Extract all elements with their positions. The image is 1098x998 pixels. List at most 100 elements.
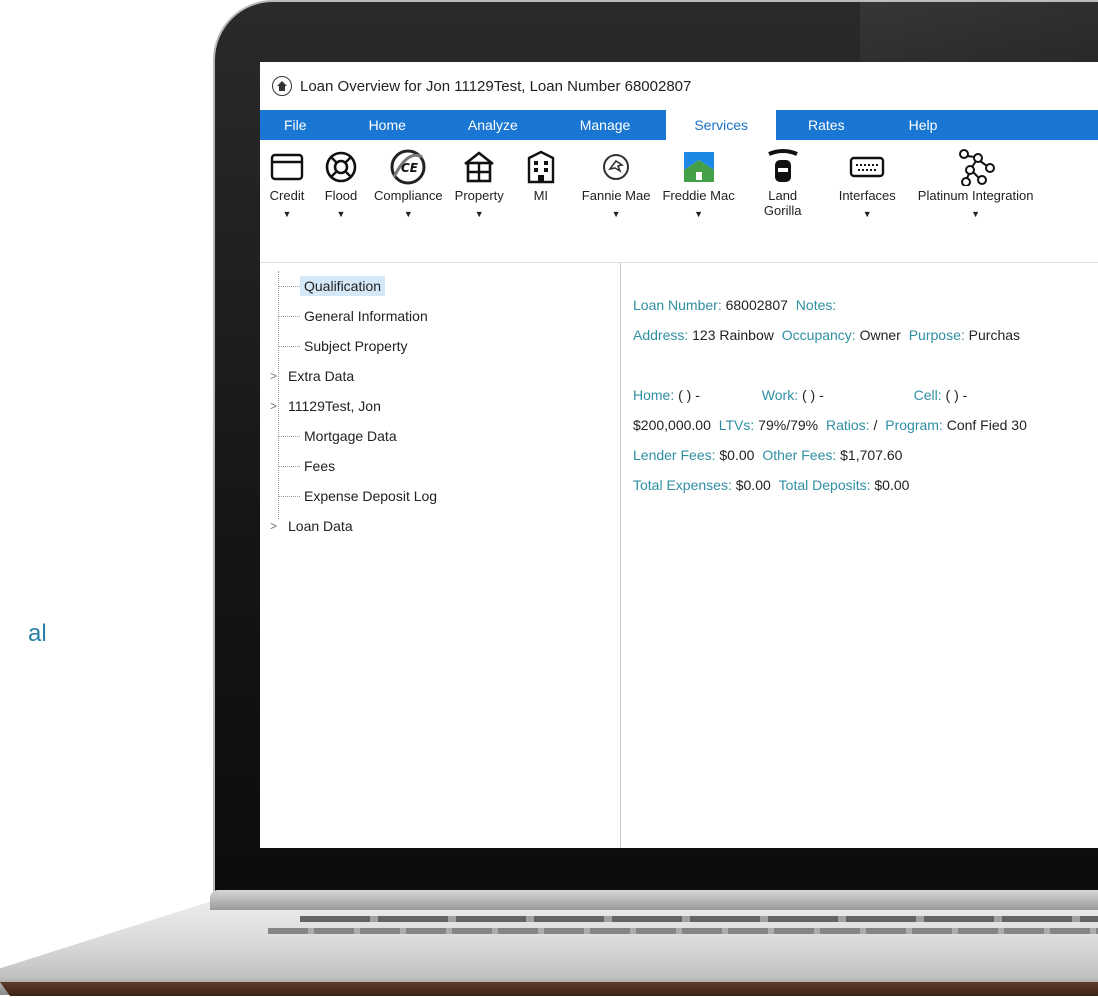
chevron-down-icon[interactable]: ▼ [475,209,484,219]
freddie-mac-icon [678,146,720,188]
loan-number-label: Loan Number: [633,297,722,313]
tree-item-label: Subject Property [304,338,408,354]
purpose-label: Purpose: [908,327,965,343]
laptop-edge [0,982,1098,996]
tree-item-label: Mortgage Data [304,428,397,444]
tree-branch [278,285,300,287]
network-icon [955,146,997,188]
tree-item-fees[interactable]: Fees [260,451,620,481]
tree-item-subject-property[interactable]: Subject Property [260,331,620,361]
ribbon-credit-button[interactable]: Credit ▼ [266,146,308,219]
land-gorilla-icon [762,146,804,188]
lender-fees-label: Lender Fees: [633,447,716,463]
notes-label: Notes: [795,297,837,313]
ribbon-interfaces-button[interactable]: Interfaces ▼ [839,146,896,219]
keyboard-row [300,916,1098,922]
laptop-deck [0,900,1098,995]
laptop-gloss [860,0,1098,70]
tree-item-loan-data[interactable]: > Loan Data [260,511,620,541]
menu-help[interactable]: Help [869,110,962,140]
menu-analyze[interactable]: Analyze [430,110,542,140]
loan-number-value: 68002807 [725,297,788,313]
chevron-down-icon[interactable]: ▼ [694,209,703,219]
chevron-down-icon[interactable]: ▼ [404,209,413,219]
tree-item-general-information[interactable]: General Information [260,301,620,331]
ribbon-mi-button[interactable]: MI [520,146,562,203]
total-deposits-label: Total Deposits: [778,477,871,493]
ltvs-value: 79%/79% [758,417,819,433]
ribbon-land-gorilla-button[interactable]: Land Gorilla [753,146,813,218]
chevron-down-icon[interactable]: ▼ [971,209,980,219]
house-icon [458,146,500,188]
tree-item-borrower[interactable]: > 11129Test, Jon [260,391,620,421]
tree-item-label: Qualification [300,276,386,296]
fannie-mae-icon [595,146,637,188]
ribbon-compliance-button[interactable]: CE Compliance ▼ [374,146,443,219]
tree-item-expense-deposit-log[interactable]: Expense Deposit Log [260,481,620,511]
building-icon [520,146,562,188]
ribbon-flood-label: Flood [324,188,358,203]
menu-services[interactable]: Services [666,110,777,140]
work-phone-value: ( ) - [801,387,824,403]
tree-item-extra-data[interactable]: > Extra Data [260,361,620,391]
summary-row-address: Address: 123 Rainbow Occupancy: Owner Pu… [633,327,1020,343]
ribbon-property-button[interactable]: Property ▼ [455,146,504,219]
purpose-value: Purchas [968,327,1021,343]
menu-home[interactable]: Home [331,110,430,140]
address-value: 123 Rainbow [692,327,774,343]
ratios-label: Ratios: [826,417,870,433]
lifebuoy-icon [320,146,362,188]
tree-item-label: 11129Test, Jon [288,398,381,414]
tree-item-label: Extra Data [288,368,355,384]
ribbon-fannie-mae-button[interactable]: Fannie Mae ▼ [582,146,650,219]
program-label: Program: [885,417,943,433]
ribbon-compliance-label: Compliance [374,188,443,203]
lender-fees-value: $0.00 [719,447,755,463]
ribbon-freddie-mac-button[interactable]: Freddie Mac ▼ [662,146,735,219]
ribbon-interfaces-label: Interfaces [838,188,896,203]
chevron-right-icon[interactable]: > [270,519,284,533]
program-value: Conf Fied 30 [946,417,1027,433]
tree-item-label: General Information [304,308,428,324]
laptop-hinge [210,890,1098,910]
other-fees-label: Other Fees: [762,447,837,463]
menu-file[interactable]: File [260,110,331,140]
menu-bar: File Home Analyze Manage Services Rates … [260,110,1098,140]
home-phone-value: ( ) - [678,387,700,403]
ribbon-platinum-integration-button[interactable]: Platinum Integration ▼ [917,146,1034,219]
menu-manage[interactable]: Manage [542,110,655,140]
total-deposits-value: $0.00 [874,477,910,493]
ribbon-flood-button[interactable]: Flood ▼ [320,146,362,219]
ltvs-label: LTVs: [718,417,755,433]
tree-branch [278,315,300,317]
chevron-down-icon[interactable]: ▼ [283,209,292,219]
chevron-down-icon[interactable]: ▼ [337,209,346,219]
keyboard-icon [846,146,888,188]
cell-phone-label: Cell: [913,387,942,403]
loan-amount-value: $200,000.00 [633,417,711,433]
ribbon-credit-label: Credit [269,188,305,203]
tree-branch [278,435,300,437]
chevron-down-icon[interactable]: ▼ [863,209,872,219]
loan-tree: Qualification General Information Subjec… [260,263,621,848]
occupancy-label: Occupancy: [781,327,856,343]
loan-summary-pane: Loan Number: 68002807 Notes: Address: 12… [621,263,1098,848]
app-window: Loan Overview for Jon 11129Test, Loan Nu… [260,62,1098,848]
cell-phone-value: ( ) - [945,387,968,403]
keyboard-row [268,928,1098,934]
tree-item-qualification[interactable]: Qualification [260,271,620,301]
ribbon-property-label: Property [454,188,504,203]
address-label: Address: [633,327,689,343]
chevron-right-icon[interactable]: > [270,369,284,383]
ribbon-land-gorilla-label: Land Gorilla [763,188,802,218]
tree-item-mortgage-data[interactable]: Mortgage Data [260,421,620,451]
menu-rates[interactable]: Rates [776,110,869,140]
chevron-down-icon[interactable]: ▼ [612,209,621,219]
total-expenses-value: $0.00 [735,477,771,493]
card-icon [266,146,308,188]
tree-item-label: Fees [304,458,336,474]
tree-branch [278,495,300,497]
chevron-right-icon[interactable]: > [270,399,284,413]
services-ribbon: Credit ▼ Flood ▼ CE Compliance ▼ Propert… [260,140,1098,263]
ribbon-platinum-integration-label: Platinum Integration [917,188,1034,203]
